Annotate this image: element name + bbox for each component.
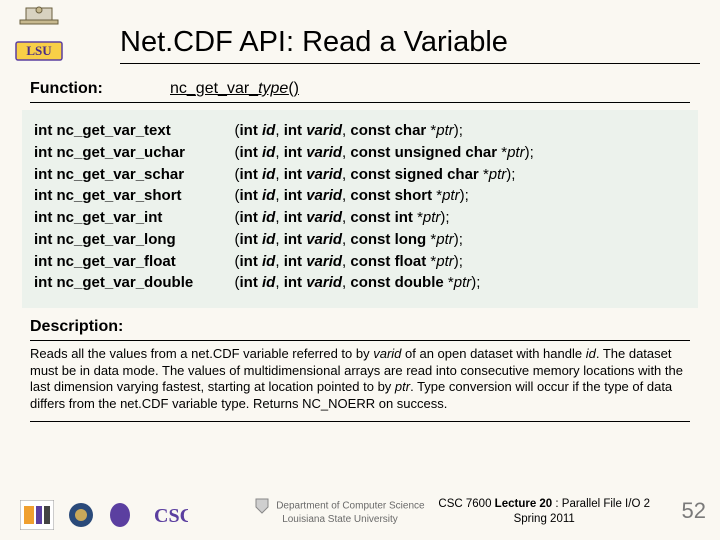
signature-row: int nc_get_var_text(int id, int varid, c… (34, 120, 686, 142)
signature-row: int nc_get_var_float(int id, int varid, … (34, 251, 686, 273)
page-title: Net.CDF API: Read a Variable (120, 26, 700, 64)
footer-logos: CSC (20, 500, 188, 530)
function-name: nc_get_var_type() (170, 80, 299, 98)
page-number: 52 (682, 498, 706, 524)
nsf-logo-icon (64, 500, 98, 530)
signature-block: int nc_get_var_text(int id, int varid, c… (22, 110, 698, 308)
slide: LSU Net.CDF API: Read a Variable Functio… (0, 0, 720, 540)
dept-shield-icon (255, 498, 269, 514)
lsu-logo-icon: LSU (14, 6, 64, 62)
function-row: Function: nc_get_var_type() (30, 80, 690, 103)
csc-logo-icon: CSC (108, 500, 188, 530)
csc-text: CSC (154, 505, 188, 527)
cct-logo-icon (20, 500, 54, 530)
department-label: Department of Computer Science Louisiana… (240, 498, 440, 526)
svg-text:LSU: LSU (26, 43, 52, 58)
signature-row: int nc_get_var_uchar(int id, int varid, … (34, 142, 686, 164)
description-label: Description: (30, 318, 690, 341)
course-label: CSC 7600 Lecture 20 : Parallel File I/O … (438, 497, 650, 526)
signature-row: int nc_get_var_double(int id, int varid,… (34, 272, 686, 294)
footer: CSC Department of Computer Science Louis… (0, 488, 720, 532)
signature-row: int nc_get_var_int(int id, int varid, co… (34, 207, 686, 229)
signature-row: int nc_get_var_long(int id, int varid, c… (34, 229, 686, 251)
description-body: Reads all the values from a net.CDF vari… (30, 346, 690, 422)
function-label: Function: (30, 80, 170, 98)
signature-row: int nc_get_var_schar(int id, int varid, … (34, 164, 686, 186)
signature-row: int nc_get_var_short(int id, int varid, … (34, 185, 686, 207)
